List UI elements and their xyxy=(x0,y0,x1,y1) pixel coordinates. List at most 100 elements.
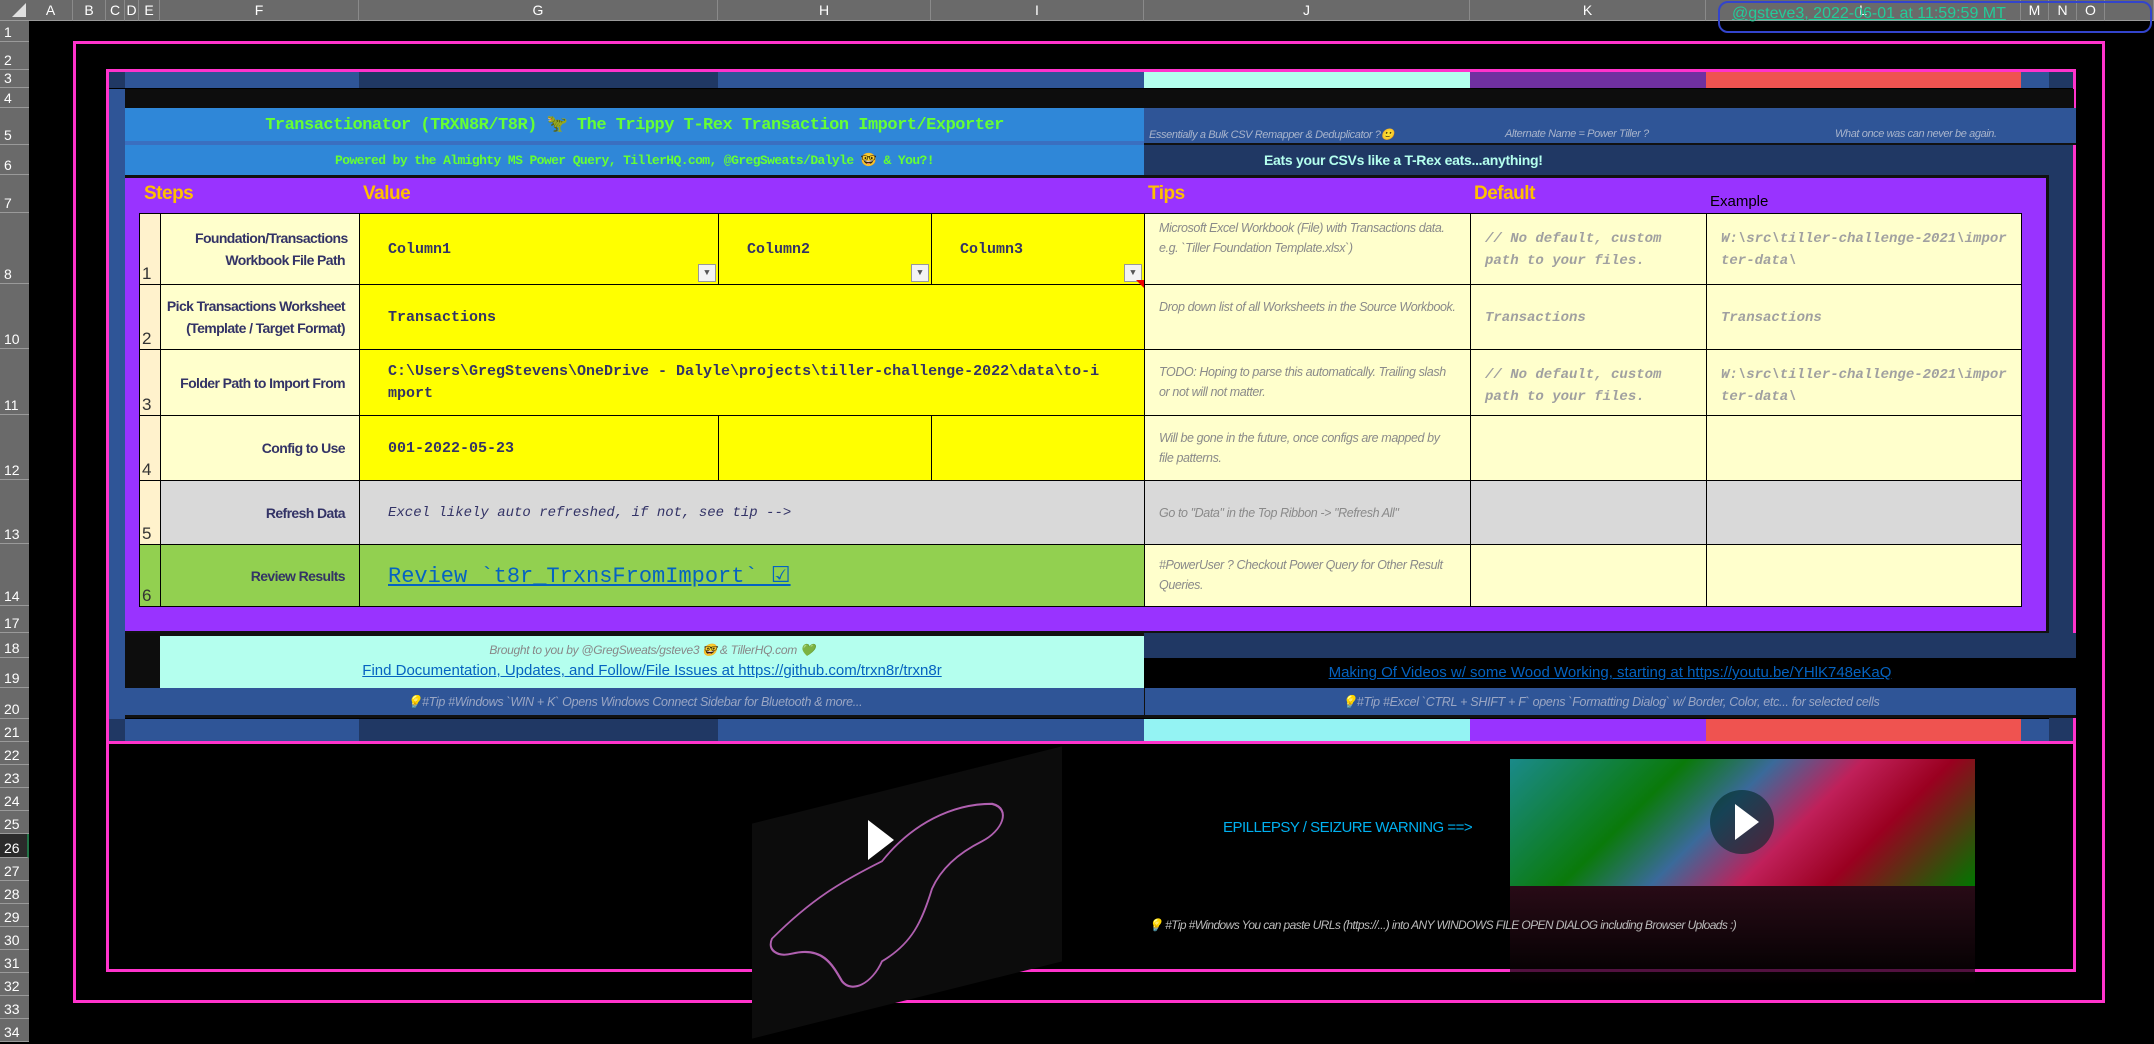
column-header-G[interactable]: G xyxy=(359,0,718,21)
dark-band xyxy=(125,89,2074,108)
row-header-3[interactable]: 3 xyxy=(0,70,29,88)
docs-link[interactable]: Find Documentation, Updates, and Follow/… xyxy=(362,662,941,679)
row-header-8[interactable]: 8 xyxy=(0,213,29,284)
tagline-2: Alternate Name = Power Tiller ? xyxy=(1505,128,1649,140)
row-header-24[interactable]: 24 xyxy=(0,788,29,811)
step-number-text: 1 xyxy=(142,264,152,283)
step-label-text: Config to Use xyxy=(261,440,346,456)
stripe xyxy=(2049,72,2073,88)
column-header-J[interactable]: J xyxy=(1144,0,1470,21)
slogan: Eats your CSVs like a T-Rex eats...anyth… xyxy=(1264,152,1543,168)
column-header-D[interactable]: D xyxy=(125,0,139,21)
row-header-10[interactable]: 10 xyxy=(0,284,29,349)
play-icon[interactable] xyxy=(1735,804,1759,840)
row-header-11[interactable]: 11 xyxy=(0,349,29,415)
stripe xyxy=(109,719,125,741)
row-header-12[interactable]: 12 xyxy=(0,415,29,480)
row-header-25[interactable]: 25 xyxy=(0,811,29,834)
example-cell xyxy=(1706,480,2022,545)
step-label-text: Review Results xyxy=(250,567,346,584)
row-header-4[interactable]: 4 xyxy=(0,88,29,108)
stripe xyxy=(718,719,1144,741)
folder-path-input[interactable]: C:\Users\GregStevens\OneDrive - Dalyle\p… xyxy=(359,349,1145,416)
stripe xyxy=(359,719,718,741)
row-header-1[interactable]: 1 xyxy=(0,21,29,42)
stripe xyxy=(1706,719,2021,741)
value-text: Excel likely auto refreshed, if not, see… xyxy=(388,504,792,521)
row-header-23[interactable]: 23 xyxy=(0,765,29,788)
title-banner: Transactionator (TRXN8R/T8R) 🦖 The Tripp… xyxy=(125,108,1144,145)
row-header-34[interactable]: 34 xyxy=(0,1019,29,1042)
videos-link[interactable]: Making Of Videos w/ some Wood Working, s… xyxy=(1329,664,1892,681)
row-header-13[interactable]: 13 xyxy=(0,480,29,544)
row-header-18[interactable]: 18 xyxy=(0,633,29,658)
row-header-31[interactable]: 31 xyxy=(0,950,29,973)
row-header-14[interactable]: 14 xyxy=(0,544,29,606)
timestamp-link[interactable]: @gsteve3, 2022-06-01 at 11:59:59 MT xyxy=(1732,5,2006,22)
stripe xyxy=(1144,72,1470,88)
column-header-E[interactable]: E xyxy=(139,0,160,21)
step-label-text: Folder Path to Import From xyxy=(180,374,345,391)
row-header-17[interactable]: 17 xyxy=(0,606,29,633)
row-header-27[interactable]: 27 xyxy=(0,858,29,881)
video-reflection xyxy=(1510,886,1975,986)
videos-band: Making Of Videos w/ some Wood Working, s… xyxy=(1144,658,2076,688)
slogan-band: Eats your CSVs like a T-Rex eats...anyth… xyxy=(1144,145,2049,175)
stripe xyxy=(2021,719,2049,741)
play-icon[interactable] xyxy=(868,820,894,860)
stripe xyxy=(1144,719,1470,741)
value-cell[interactable]: Column3 ▼ xyxy=(931,213,1145,285)
column-header-K[interactable]: K xyxy=(1470,0,1706,21)
row-header-6[interactable]: 6 xyxy=(0,145,29,175)
row-header-29[interactable]: 29 xyxy=(0,904,29,927)
select-all-corner[interactable] xyxy=(0,0,29,21)
column-header-H[interactable]: H xyxy=(718,0,931,21)
step-number: 4 xyxy=(139,415,161,481)
row-header-32[interactable]: 32 xyxy=(0,973,29,996)
value-cell-empty[interactable] xyxy=(931,415,1145,481)
row-header-22[interactable]: 22 xyxy=(0,742,29,765)
row-header-28[interactable]: 28 xyxy=(0,881,29,904)
column-header-B[interactable]: B xyxy=(73,0,106,21)
row-header-5[interactable]: 5 xyxy=(0,108,29,145)
value-cell-empty[interactable] xyxy=(718,415,932,481)
step-number: 6 xyxy=(139,544,161,607)
row-header-2[interactable]: 2 xyxy=(0,42,29,70)
header-value: Value xyxy=(363,183,411,204)
value-cell[interactable]: Column2 ▼ xyxy=(718,213,932,285)
row-header-30[interactable]: 30 xyxy=(0,927,29,950)
header-default: Default xyxy=(1474,183,1535,204)
tip-excel: 💡#Tip #Excel `CTRL + SHIFT + F` opens `F… xyxy=(1341,695,1880,709)
step-label: Config to Use xyxy=(160,415,360,481)
row-header-20[interactable]: 20 xyxy=(0,688,29,719)
example-cell xyxy=(1706,544,2022,607)
tip-cell: #PowerUser ? Checkout Power Query for Ot… xyxy=(1144,544,1471,607)
value-text: Column2 xyxy=(747,240,811,258)
review-results-link[interactable]: Review `t8r_TrxnsFromImport` ☑ xyxy=(388,563,791,589)
row-header-21[interactable]: 21 xyxy=(0,719,29,742)
right-strip xyxy=(2049,108,2073,719)
config-input[interactable]: 001-2022-05-23 xyxy=(359,415,719,481)
row-header-19[interactable]: 19 xyxy=(0,658,29,688)
value-cell[interactable]: Column1 ▼ xyxy=(359,213,719,285)
filter-dropdown-button[interactable]: ▼ xyxy=(698,264,716,282)
column-header-F[interactable]: F xyxy=(160,0,359,21)
step-label: Refresh Data xyxy=(160,480,360,545)
refresh-note: Excel likely auto refreshed, if not, see… xyxy=(359,480,1145,545)
step-label: Review Results xyxy=(160,544,360,607)
left-strip xyxy=(109,89,125,719)
column-header-I[interactable]: I xyxy=(931,0,1144,21)
column-header-C[interactable]: C xyxy=(106,0,125,21)
example-cell: W:\src\tiller-challenge-2021\importer-da… xyxy=(1706,349,2022,416)
column-header-A[interactable]: A xyxy=(29,0,73,21)
timestamp-shape[interactable]: @gsteve3, 2022-06-01 at 11:59:59 MT xyxy=(1718,1,2152,33)
row-header-7[interactable]: 7 xyxy=(0,175,29,213)
step-number-text: 5 xyxy=(142,524,152,543)
row-header-33[interactable]: 33 xyxy=(0,996,29,1019)
row-header-26[interactable]: 26 xyxy=(0,834,29,858)
default-cell: Transactions xyxy=(1470,284,1707,350)
filter-dropdown-button[interactable]: ▼ xyxy=(911,264,929,282)
worksheet-select[interactable]: Transactions xyxy=(359,284,1145,350)
credits-panel: Brought to you by @GregSweats/gsteve3 🤓 … xyxy=(160,633,1144,688)
footer-left-dark xyxy=(125,633,160,688)
